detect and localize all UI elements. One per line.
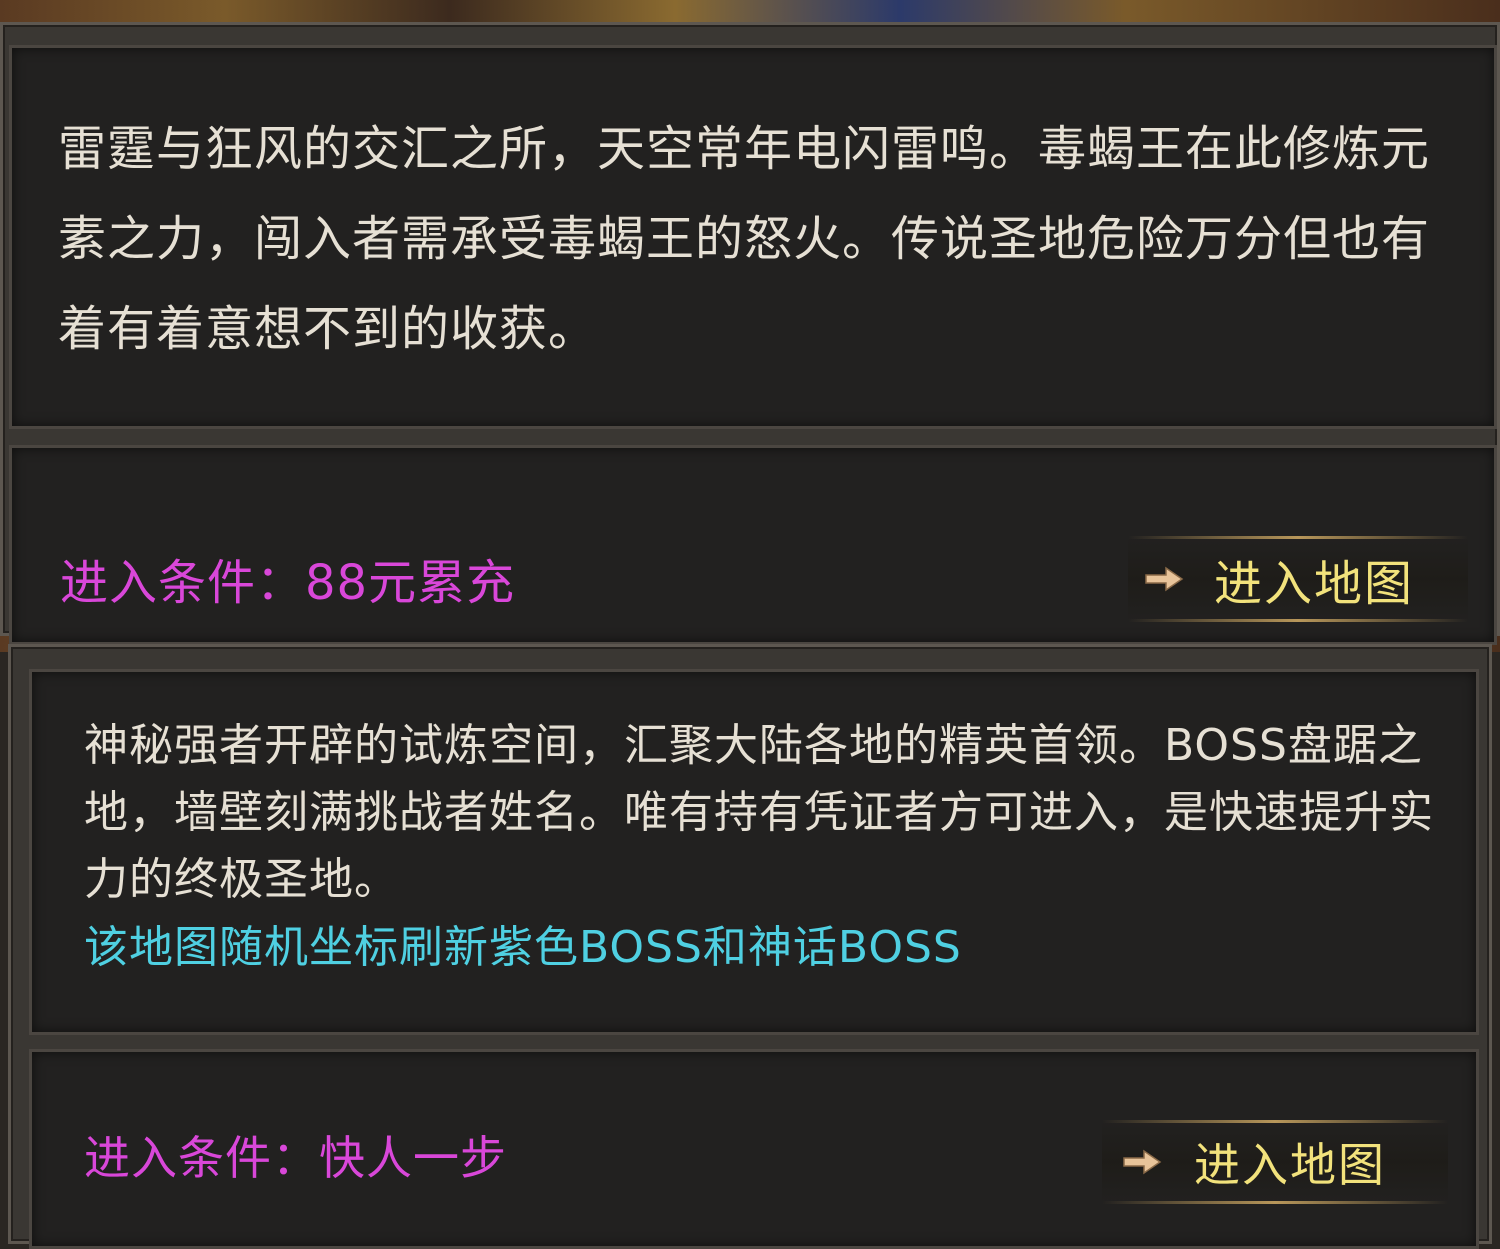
map-description: 神秘强者开辟的试炼空间，汇聚大陆各地的精英首领。BOSS盘踞之地，墙壁刻满挑战者…	[84, 720, 1434, 905]
enter-map-button[interactable]: 进入地图	[1128, 536, 1468, 622]
condition-bar: 进入条件：88元累充 进入地图	[9, 445, 1497, 645]
boss-spawn-note: 该地图随机坐标刷新紫色BOSS和神话BOSS	[84, 922, 962, 973]
condition-bar: 进入条件：快人一步 进入地图	[29, 1049, 1479, 1249]
arrow-right-icon	[1123, 1149, 1162, 1175]
description-box: 雷霆与狂风的交汇之所，天空常年电闪雷鸣。毒蝎王在此修炼元素之力，闯入者需承受毒蝎…	[9, 45, 1497, 429]
map-description: 雷霆与狂风的交汇之所，天空常年电闪雷鸣。毒蝎王在此修炼元素之力，闯入者需承受毒蝎…	[58, 121, 1431, 357]
arrow-right-icon	[1145, 566, 1184, 592]
entry-condition: 进入条件：快人一步	[84, 1131, 507, 1185]
description-box: 神秘强者开辟的试炼空间，汇聚大陆各地的精英首领。BOSS盘踞之地，墙壁刻满挑战者…	[29, 669, 1479, 1035]
map-info-panel-1: 雷霆与狂风的交汇之所，天空常年电闪雷鸣。毒蝎王在此修炼元素之力，闯入者需承受毒蝎…	[0, 22, 1500, 645]
enter-map-button[interactable]: 进入地图	[1102, 1120, 1448, 1204]
enter-map-label: 进入地图	[1194, 1138, 1386, 1192]
map-info-panel-2: 神秘强者开辟的试炼空间，汇聚大陆各地的精英首领。BOSS盘踞之地，墙壁刻满挑战者…	[8, 644, 1492, 1249]
entry-condition: 进入条件：88元累充	[60, 555, 516, 611]
enter-map-label: 进入地图	[1214, 556, 1415, 612]
